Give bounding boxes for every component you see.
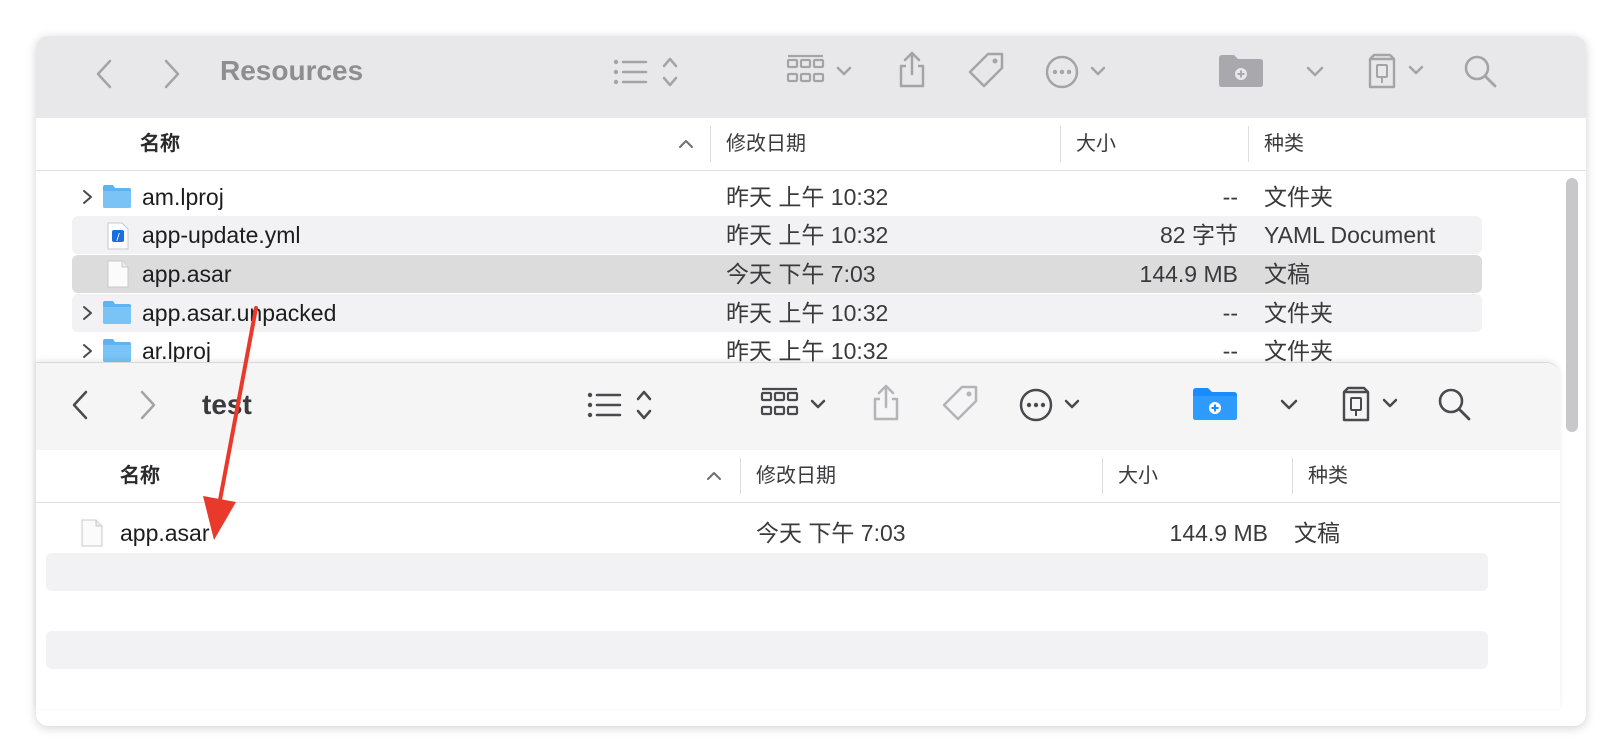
annotation-arrow bbox=[203, 306, 258, 540]
